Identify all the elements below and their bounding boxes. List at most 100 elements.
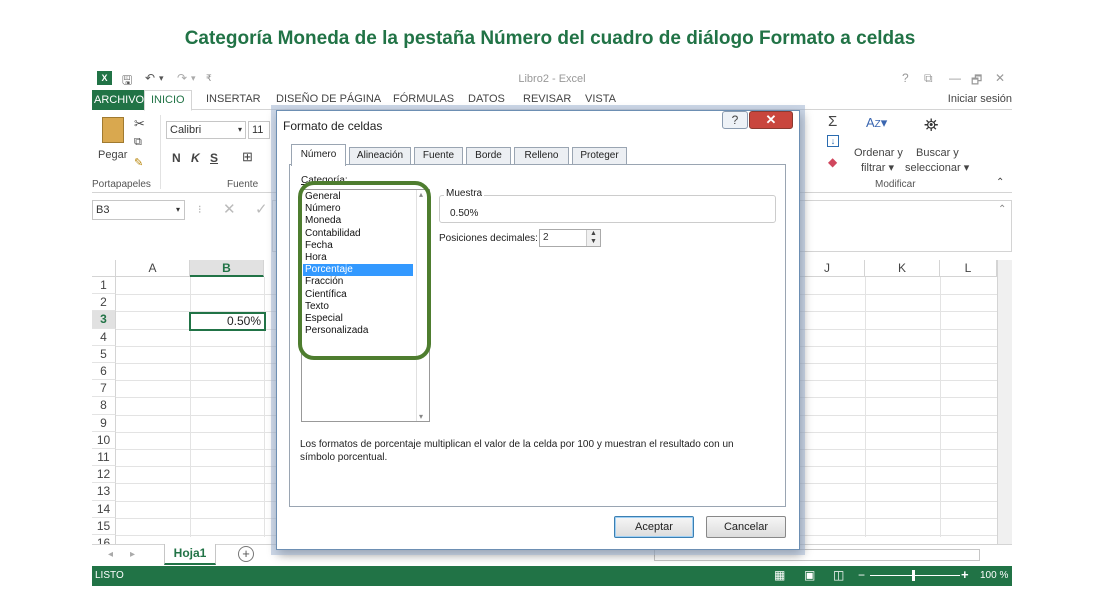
- decimal-places-stepper[interactable]: 2 ▲ ▼: [539, 229, 601, 247]
- dialog-help-button[interactable]: ?: [722, 111, 748, 129]
- column-header-j[interactable]: J: [790, 260, 865, 277]
- row-header-6[interactable]: 6: [92, 363, 116, 381]
- next-sheet-icon[interactable]: ▸: [130, 549, 135, 560]
- dialog-close-button[interactable]: ✕: [749, 111, 793, 129]
- collapse-ribbon-icon[interactable]: ⌃: [996, 177, 1004, 188]
- column-header-l[interactable]: L: [940, 260, 997, 277]
- row-header-3[interactable]: 3: [92, 311, 116, 329]
- sort-filter-label1[interactable]: Ordenar y: [854, 147, 903, 159]
- clipboard-icon[interactable]: [102, 117, 124, 143]
- signin-link[interactable]: Iniciar sesión: [948, 93, 1012, 105]
- scroll-down-icon[interactable]: ▾: [419, 412, 423, 421]
- sort-filter-label2[interactable]: filtrar ▾: [861, 161, 894, 174]
- tab-insertar[interactable]: INSERTAR: [206, 93, 261, 105]
- normal-view-icon[interactable]: ▦: [774, 568, 785, 582]
- zoom-out-button[interactable]: −: [858, 568, 865, 582]
- column-header-b[interactable]: B: [190, 260, 264, 277]
- name-box[interactable]: B3 ▾: [92, 200, 185, 220]
- bold-button[interactable]: N: [172, 151, 181, 165]
- row-header-9[interactable]: 9: [92, 414, 116, 432]
- dialog-title: Formato de celdas: [283, 119, 383, 133]
- format-painter-icon[interactable]: ✎: [134, 156, 143, 169]
- page-break-icon[interactable]: ◫: [833, 568, 844, 582]
- prev-sheet-icon[interactable]: ◂: [108, 549, 113, 560]
- tab-relleno[interactable]: Relleno: [514, 147, 569, 165]
- row-header-12[interactable]: 12: [92, 466, 116, 484]
- tab-fuente[interactable]: Fuente: [414, 147, 463, 165]
- maximize-icon[interactable]: 🗗: [971, 71, 982, 92]
- binoculars-icon[interactable]: ⛯: [924, 115, 938, 136]
- ribbon-separator: [160, 115, 161, 189]
- row-header-8[interactable]: 8: [92, 397, 116, 415]
- clipboard-group-label: Portapapeles: [92, 179, 151, 190]
- new-sheet-icon[interactable]: +: [238, 546, 254, 562]
- tab-borde[interactable]: Borde: [466, 147, 511, 165]
- zoom-in-button[interactable]: +: [961, 567, 969, 582]
- horizontal-scrollbar[interactable]: [654, 549, 980, 561]
- column-header-a[interactable]: A: [116, 260, 190, 277]
- clear-icon[interactable]: ◆: [828, 155, 837, 169]
- row-header-10[interactable]: 10: [92, 431, 116, 449]
- expand-formula-icon[interactable]: ⌃: [998, 204, 1006, 215]
- cell-b3[interactable]: 0.50%: [189, 312, 266, 331]
- row-header-5[interactable]: 5: [92, 345, 116, 363]
- zoom-level[interactable]: 100 %: [980, 570, 1008, 581]
- underline-button[interactable]: S: [210, 151, 218, 165]
- fill-icon[interactable]: ↓: [827, 135, 839, 147]
- tab-numero[interactable]: Número: [291, 144, 346, 166]
- row-header-13[interactable]: 13: [92, 483, 116, 501]
- column-header-k[interactable]: K: [865, 260, 940, 277]
- copy-icon[interactable]: ⧉: [134, 136, 142, 149]
- sort-filter-icon[interactable]: AZ▾: [866, 115, 887, 131]
- zoom-slider-thumb[interactable]: [912, 570, 915, 581]
- close-icon[interactable]: ✕: [995, 71, 1005, 85]
- decimal-places-value[interactable]: 2: [543, 232, 549, 243]
- ok-button[interactable]: Aceptar: [614, 516, 694, 538]
- row-header-11[interactable]: 11: [92, 449, 116, 467]
- tab-diseno-pagina[interactable]: DISEÑO DE PÁGINA: [276, 93, 381, 105]
- italic-button[interactable]: K: [191, 151, 200, 165]
- tab-alineacion[interactable]: Alineación: [349, 147, 411, 165]
- sample-box: Muestra 0.50%: [439, 188, 776, 223]
- autosum-icon[interactable]: Σ: [828, 113, 837, 130]
- find-select-label1[interactable]: Buscar y: [916, 147, 959, 159]
- cut-icon[interactable]: ✂: [134, 116, 145, 132]
- tab-inicio[interactable]: INICIO: [144, 90, 192, 111]
- paste-button[interactable]: Pegar: [98, 149, 127, 161]
- tab-archivo[interactable]: ARCHIVO: [92, 90, 147, 110]
- decimal-places-label: Posiciones decimales:: [439, 233, 538, 244]
- cancel-button[interactable]: Cancelar: [706, 516, 786, 538]
- window-title: Libro2 - Excel: [518, 73, 586, 85]
- cancel-formula-icon[interactable]: ✕: [223, 200, 236, 218]
- minimize-icon[interactable]: —: [949, 71, 961, 85]
- ribbon-display-icon[interactable]: ⧉: [924, 71, 933, 86]
- sample-value: 0.50%: [450, 208, 479, 219]
- category-description: Los formatos de porcentaje multiplican e…: [300, 439, 734, 463]
- tab-proteger[interactable]: Proteger: [572, 147, 627, 165]
- row-header-15[interactable]: 15: [92, 517, 116, 535]
- tab-vista[interactable]: VISTA: [585, 93, 616, 105]
- row-header-4[interactable]: 4: [92, 328, 116, 346]
- zoom-slider[interactable]: [870, 575, 960, 576]
- borders-icon[interactable]: ⊞: [242, 149, 253, 165]
- select-all-corner[interactable]: [92, 260, 116, 277]
- tab-datos[interactable]: DATOS: [468, 93, 505, 105]
- gridline: [865, 277, 866, 537]
- page-layout-icon[interactable]: ▣: [804, 568, 815, 582]
- sheet-tab-hoja1[interactable]: Hoja1: [164, 544, 216, 565]
- enter-formula-icon[interactable]: ✓: [255, 200, 268, 218]
- help-icon[interactable]: ?: [902, 71, 909, 85]
- find-select-label2[interactable]: seleccionar ▾: [905, 161, 969, 174]
- tab-formulas[interactable]: FÓRMULAS: [393, 93, 454, 105]
- sample-label: Muestra: [444, 188, 485, 199]
- tab-revisar[interactable]: REVISAR: [523, 93, 571, 105]
- row-header-14[interactable]: 14: [92, 500, 116, 518]
- font-group-label: Fuente: [227, 179, 259, 190]
- font-name-select[interactable]: Calibri ▾: [166, 121, 246, 139]
- row-header-7[interactable]: 7: [92, 380, 116, 398]
- font-size-select[interactable]: 11: [248, 121, 270, 139]
- stepper-arrows-icon[interactable]: ▲ ▼: [586, 230, 600, 246]
- row-header-2[interactable]: 2: [92, 294, 116, 312]
- vertical-scrollbar[interactable]: [997, 260, 1012, 544]
- row-header-1[interactable]: 1: [92, 277, 116, 295]
